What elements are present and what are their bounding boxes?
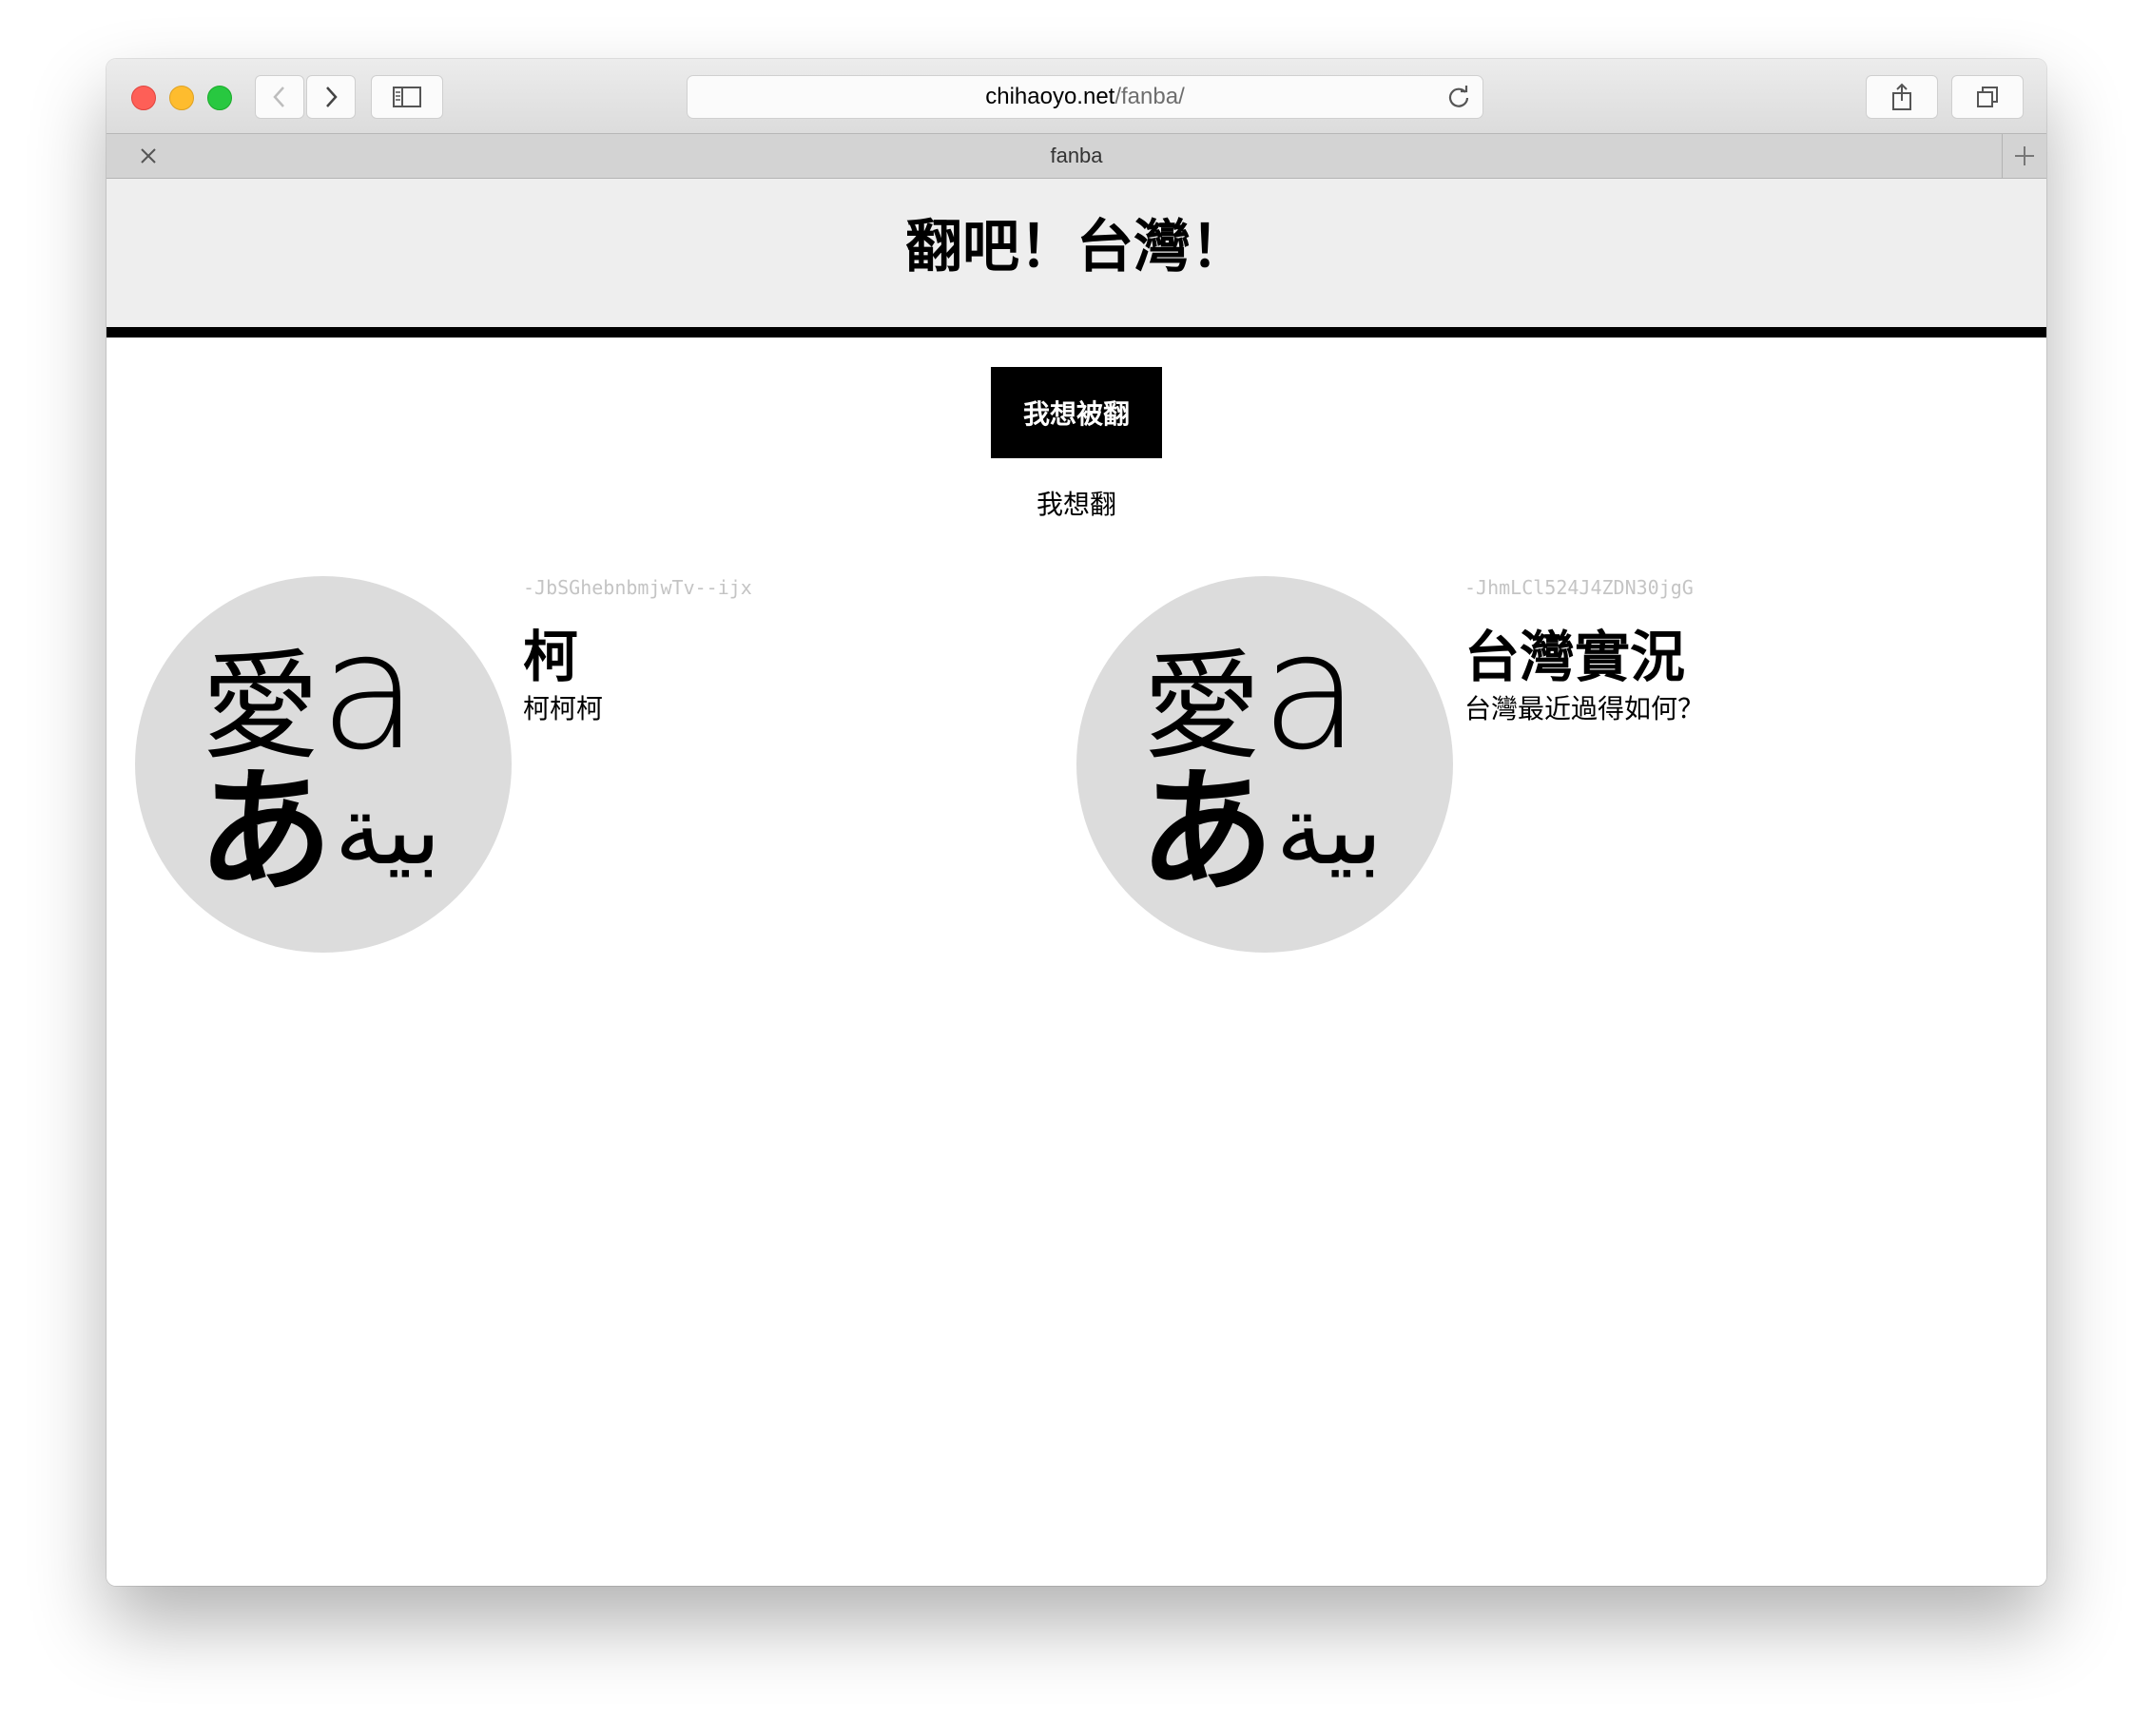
topic-id: -JbSGhebnbmjwTv--ijx xyxy=(523,576,752,599)
plus-icon xyxy=(2015,146,2034,165)
tabs-icon xyxy=(1977,87,1998,107)
glyph-arabic: بية xyxy=(1276,775,1383,886)
browser-window: chihaoyo.net/fanba/ fanba 翻吧！台灣！ 我想被翻 我想… xyxy=(107,59,2046,1586)
sidebar-icon xyxy=(393,87,421,107)
want-to-translate-label: 我想翻 xyxy=(1036,489,1116,520)
url-domain: chihaoyo.net xyxy=(985,84,1115,109)
close-window-button[interactable] xyxy=(131,86,156,110)
tabs-overview-button[interactable] xyxy=(1951,75,2024,119)
glyph-hiragana-a: あ xyxy=(198,754,333,911)
topic-title[interactable]: 柯 xyxy=(523,612,578,692)
back-button[interactable] xyxy=(255,75,304,119)
glyph-hiragana-a: あ xyxy=(1139,754,1274,911)
want-to-be-translated-button[interactable]: 我想被翻 xyxy=(991,367,1162,458)
sidebar-toggle-button[interactable] xyxy=(371,75,443,119)
want-to-translate-link[interactable]: 我想翻 xyxy=(107,484,2046,522)
topic-id: -JhmLCl524J4ZDN30jgG xyxy=(1464,576,1694,599)
chevron-left-icon xyxy=(273,87,284,107)
page-title: 翻吧！台灣！ xyxy=(905,214,1248,280)
page-content: 翻吧！台灣！ 我想被翻 我想翻 愛 a あ بية -JbSGhebnbmjwT… xyxy=(107,179,2046,1586)
site-header: 翻吧！台灣！ xyxy=(107,179,2046,338)
url-text: chihaoyo.net/fanba/ xyxy=(688,76,1482,118)
language-glyphs-icon: 愛 a あ بية xyxy=(1139,598,1383,911)
language-glyphs-icon: 愛 a あ بية xyxy=(198,598,441,911)
new-tab-button[interactable] xyxy=(2002,134,2046,178)
glyph-arabic: بية xyxy=(335,775,441,886)
minimize-window-button[interactable] xyxy=(169,86,194,110)
chevron-right-icon xyxy=(326,87,338,107)
avatar: 愛 a あ بية xyxy=(1076,576,1453,953)
share-icon xyxy=(1892,83,1911,110)
tab-fanba[interactable]: fanba xyxy=(107,134,2046,178)
topic-description: 台灣最近過得如何？ xyxy=(1464,693,1705,724)
glyph-latin-a: a xyxy=(1261,598,1360,786)
reload-icon[interactable] xyxy=(1446,85,1471,109)
browser-toolbar: chihaoyo.net/fanba/ xyxy=(107,59,2046,134)
topic-card[interactable]: 愛 a あ بية -JbSGhebnbmjwTv--ijx 柯 柯柯柯 xyxy=(135,576,896,975)
topic-description: 柯柯柯 xyxy=(523,693,604,724)
url-path: /fanba/ xyxy=(1114,84,1185,109)
tab-bar: fanba xyxy=(107,134,2046,179)
zoom-window-button[interactable] xyxy=(207,86,232,110)
share-button[interactable] xyxy=(1866,75,1938,119)
topic-card[interactable]: 愛 a あ بية -JhmLCl524J4ZDN30jgG 台灣實況 台灣最近… xyxy=(1076,576,1837,975)
address-bar[interactable]: chihaoyo.net/fanba/ xyxy=(687,75,1483,119)
avatar: 愛 a あ بية xyxy=(135,576,512,953)
topic-title[interactable]: 台灣實況 xyxy=(1464,612,1685,692)
glyph-latin-a: a xyxy=(320,598,418,786)
forward-button[interactable] xyxy=(306,75,356,119)
